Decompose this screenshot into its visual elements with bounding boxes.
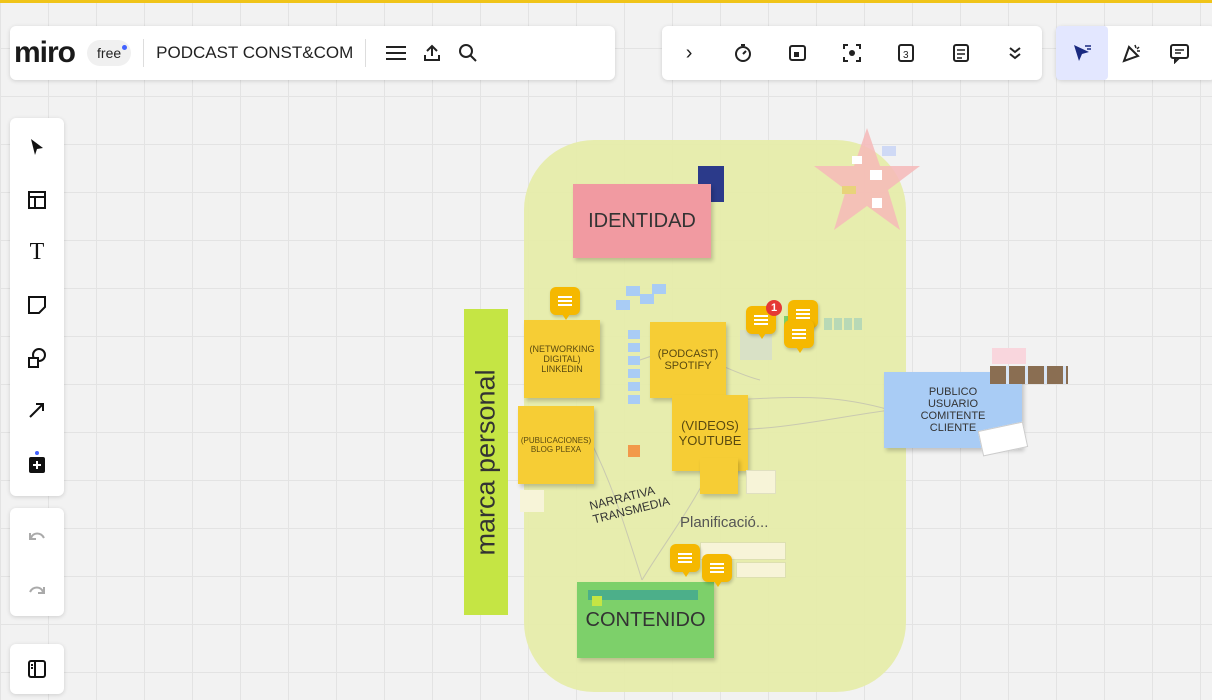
sticky-publicaciones-text: (PUBLICACIONES) BLOG PLEXA (520, 436, 592, 454)
sticky-networking[interactable]: (NETWORKING DIGITAL) LINKEDIN (524, 320, 600, 398)
add-more-icon[interactable] (17, 443, 57, 482)
comment-bubble[interactable] (702, 554, 732, 587)
undo-icon[interactable] (17, 515, 57, 555)
board-canvas[interactable]: IDENTIDAD marca personal (NETWORKING DIG… (0, 0, 1212, 700)
timer-icon[interactable] (725, 35, 761, 71)
menu-icon[interactable] (378, 35, 414, 71)
upload-icon[interactable] (414, 35, 450, 71)
toolbar-divider (143, 39, 145, 67)
contenido-header-strip (588, 590, 698, 600)
toolbar-divider (365, 39, 367, 67)
shapes-icon[interactable] (17, 338, 57, 377)
star-shape[interactable] (812, 126, 922, 232)
orange-card[interactable] (628, 445, 640, 457)
top-middle-toolbar: › 3 (662, 26, 1042, 80)
sticky-podcast-text: (PODCAST) SPOTIFY (657, 348, 719, 372)
marca-personal-label[interactable]: marca personal (464, 309, 508, 615)
sticky-publicaciones[interactable]: (PUBLICACIONES) BLOG PLEXA (518, 406, 594, 484)
celebrate-icon[interactable] (1108, 35, 1156, 71)
select-cursor-icon[interactable] (1056, 26, 1108, 80)
blue-card[interactable] (616, 300, 630, 310)
image-cluster[interactable] (740, 330, 772, 360)
small-card[interactable] (736, 562, 786, 578)
blue-card[interactable] (652, 284, 666, 294)
notification-badge: 1 (766, 300, 782, 316)
planificacion-text[interactable]: Planificació... (680, 514, 768, 531)
comment-bubble[interactable] (550, 287, 580, 320)
arrow-icon[interactable] (17, 391, 57, 430)
history-toolbar (10, 508, 64, 616)
top-right-toolbar (1056, 26, 1212, 80)
sticky-podcast[interactable]: (PODCAST) SPOTIFY (650, 322, 726, 398)
text-icon[interactable]: T (17, 233, 57, 272)
comment-bubble[interactable] (670, 544, 700, 577)
left-toolbar: T (10, 118, 64, 496)
focus-icon[interactable] (834, 35, 870, 71)
sticky-contenido-text: CONTENIDO (585, 608, 706, 631)
svg-text:3: 3 (903, 50, 909, 61)
chat-icon[interactable] (1156, 35, 1204, 71)
plan-label: free (97, 45, 122, 61)
small-note[interactable] (992, 348, 1026, 364)
chevron-double-down-icon[interactable] (997, 35, 1033, 71)
counter-icon[interactable]: 3 (888, 35, 924, 71)
photo-strip[interactable] (990, 366, 1068, 384)
sticky-identidad-text: IDENTIDAD (588, 209, 696, 232)
small-card[interactable] (746, 470, 776, 494)
panel-icon[interactable] (17, 649, 57, 689)
small-card[interactable] (520, 490, 544, 512)
top-left-toolbar: miro free PODCAST CONST&COM (10, 26, 615, 80)
sticky-videos-text: (VIDEOS) YOUTUBE (678, 418, 742, 448)
blue-card[interactable] (626, 286, 640, 296)
planificacion-label: Planificació... (680, 514, 769, 531)
marca-personal-text: marca personal (470, 368, 501, 556)
small-sticky[interactable] (700, 458, 738, 494)
chevron-right-icon[interactable]: › (671, 35, 707, 71)
redo-icon[interactable] (17, 569, 57, 609)
templates-icon[interactable] (17, 181, 57, 220)
sticky-publico-text: PUBLICO USUARIO COMITENTE CLIENTE (920, 386, 986, 434)
board-title[interactable]: PODCAST CONST&COM (156, 43, 353, 63)
contenido-marker (592, 596, 602, 606)
panel-toggle[interactable] (10, 644, 64, 694)
sticky-note-icon[interactable] (17, 286, 57, 325)
blue-card[interactable] (640, 294, 654, 304)
miro-logo[interactable]: miro (14, 36, 76, 70)
notes-icon[interactable] (943, 35, 979, 71)
comment-bubble[interactable] (784, 320, 814, 353)
mini-sticky-row[interactable] (824, 318, 864, 330)
sticky-identidad[interactable]: IDENTIDAD (573, 184, 711, 258)
sticky-networking-text: (NETWORKING DIGITAL) LINKEDIN (529, 344, 595, 374)
blue-card-column[interactable] (628, 330, 640, 406)
comment-card-icon[interactable] (780, 35, 816, 71)
search-icon[interactable] (450, 35, 486, 71)
plan-dot (122, 45, 128, 50)
select-icon[interactable] (17, 128, 57, 167)
plan-badge[interactable]: free (87, 40, 132, 66)
